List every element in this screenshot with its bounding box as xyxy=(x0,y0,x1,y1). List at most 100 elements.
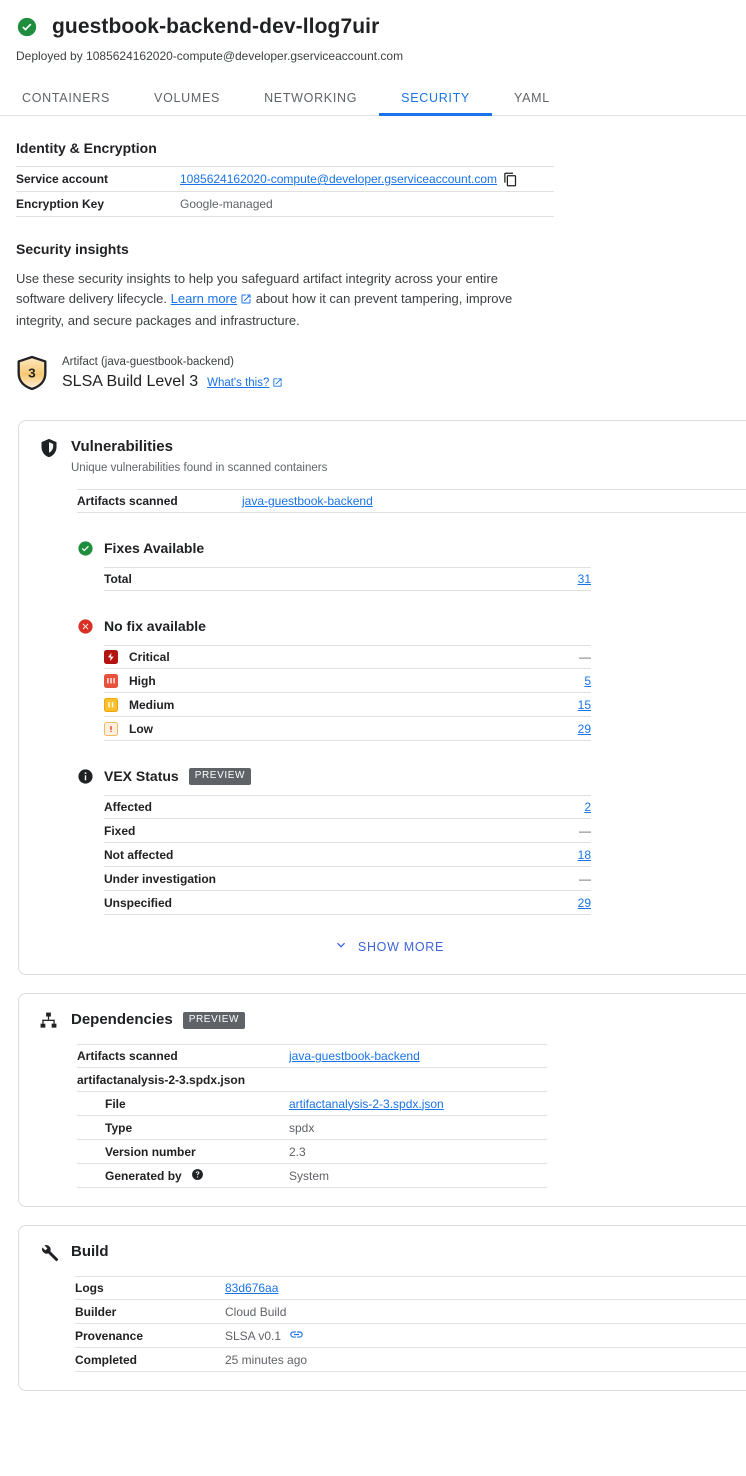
link-chain-icon[interactable] xyxy=(289,1327,304,1345)
cards-container: Vulnerabilities Unique vulnerabilities f… xyxy=(0,420,746,1391)
no-fix-available-group: No fix available xyxy=(77,617,738,636)
learn-more-link[interactable]: Learn more xyxy=(171,291,237,306)
tab-networking[interactable]: NETWORKING xyxy=(242,91,379,115)
external-link-icon xyxy=(272,374,283,396)
logs-link[interactable]: 83d676aa xyxy=(225,1281,278,1295)
preview-badge: PREVIEW xyxy=(188,768,252,785)
row-key: Builder xyxy=(75,1304,117,1319)
shield-icon xyxy=(39,438,59,458)
vulnerabilities-card: Vulnerabilities Unique vulnerabilities f… xyxy=(18,420,746,975)
slsa-artifact-line: Artifact (java-guestbook-backend) xyxy=(62,356,234,368)
dep-row-version-number: Version number 2.3 xyxy=(77,1140,547,1164)
identity-table: Service account 1085624162020-compute@de… xyxy=(16,166,554,217)
dependencies-title: Dependencies xyxy=(71,1011,173,1028)
row-key: Service account xyxy=(16,172,109,186)
artifact-link[interactable]: java-guestbook-backend xyxy=(242,494,373,508)
stat-label: High xyxy=(129,673,156,688)
fixes-available-table: Total 31 xyxy=(104,567,591,591)
stat-value: 5 xyxy=(584,674,591,688)
file-link[interactable]: artifactanalysis-2-3.spdx.json xyxy=(289,1097,444,1111)
help-icon[interactable] xyxy=(191,1168,204,1184)
dep-row-spdx-file-group: artifactanalysis-2-3.spdx.json xyxy=(77,1068,547,1092)
row-key: File xyxy=(105,1096,126,1111)
security-page: guestbook-backend-dev-llog7uir Deployed … xyxy=(0,0,746,1476)
artifacts-scanned-row: Artifacts scanned java-guestbook-backend xyxy=(77,489,746,513)
count-link[interactable]: 29 xyxy=(578,722,591,736)
stat-row-under-investigation: Under investigation — xyxy=(104,867,591,891)
count-link[interactable]: 18 xyxy=(578,848,591,862)
stat-label-wrap: High xyxy=(104,673,584,688)
artifact-link[interactable]: java-guestbook-backend xyxy=(289,1049,420,1063)
stat-value: 18 xyxy=(578,848,591,862)
row-value: java-guestbook-backend xyxy=(289,1049,420,1063)
page-header: guestbook-backend-dev-llog7uir Deployed … xyxy=(0,0,746,64)
dep-row-file: File artifactanalysis-2-3.spdx.json xyxy=(77,1092,547,1116)
stat-row-low: Low 29 xyxy=(104,717,591,741)
severity-critical-icon xyxy=(104,650,118,664)
tab-security[interactable]: SECURITY xyxy=(379,91,492,116)
artifacts-scanned-table: Artifacts scanned java-guestbook-backend xyxy=(77,489,746,513)
copy-icon[interactable] xyxy=(503,172,518,187)
vex-status-table: Affected 2 Fixed — Not affected 18 Under… xyxy=(104,795,591,915)
row-key: Version number xyxy=(105,1144,196,1159)
count-link[interactable]: 29 xyxy=(578,896,591,910)
tab-containers[interactable]: CONTAINERS xyxy=(0,91,132,115)
row-value: SLSA v0.1 xyxy=(225,1328,282,1343)
row-key: Provenance xyxy=(75,1328,144,1343)
row-value: spdx xyxy=(289,1120,315,1135)
no-fix-available-title: No fix available xyxy=(104,618,206,634)
stat-label: Affected xyxy=(104,800,153,814)
chevron-down-icon xyxy=(333,937,349,956)
severity-high-icon xyxy=(104,673,118,688)
row-value: java-guestbook-backend xyxy=(242,494,373,508)
stat-value: 29 xyxy=(578,896,591,910)
tab-volumes[interactable]: VOLUMES xyxy=(132,91,242,115)
slsa-level-row: SLSA Build Level 3 What's this? xyxy=(62,371,283,396)
build-row-provenance: Provenance SLSA v0.1 xyxy=(75,1324,746,1348)
stat-row-medium: Medium 15 xyxy=(104,693,591,717)
row-value: Google-managed xyxy=(180,197,273,211)
whats-this-link[interactable]: What's this? xyxy=(207,377,269,389)
stat-row-critical: Critical — xyxy=(104,645,591,669)
row-value: 25 minutes ago xyxy=(225,1352,308,1367)
dependencies-card-header: Dependencies PREVIEW xyxy=(39,1010,738,1031)
stat-label: Unspecified xyxy=(104,895,173,910)
count-link[interactable]: 5 xyxy=(584,674,591,688)
build-card-header: Build xyxy=(39,1242,738,1263)
build-row-logs: Logs 83d676aa xyxy=(75,1276,746,1300)
vulnerabilities-title-block: Vulnerabilities Unique vulnerabilities f… xyxy=(71,437,327,476)
slsa-badge-row: 3 Artifact (java-guestbook-backend) SLSA… xyxy=(16,355,730,396)
identity-heading: Identity & Encryption xyxy=(16,140,157,156)
row-key: Artifacts scanned xyxy=(77,494,178,508)
identity-row-encryption-key: Encryption Key Google-managed xyxy=(16,192,554,217)
info-icon xyxy=(77,768,94,785)
tab-bar: CONTAINERS VOLUMES NETWORKING SECURITY Y… xyxy=(0,82,746,116)
slsa-level-text: SLSA Build Level 3 xyxy=(62,373,199,390)
service-account-link[interactable]: 1085624162020-compute@developer.gservice… xyxy=(180,170,497,188)
count-link[interactable]: 31 xyxy=(578,572,591,586)
tab-yaml[interactable]: YAML xyxy=(492,91,572,115)
external-link-icon xyxy=(240,291,252,311)
dependencies-title-wrap: Dependencies PREVIEW xyxy=(71,1010,246,1030)
row-key: Type xyxy=(105,1120,133,1135)
count-link[interactable]: 15 xyxy=(578,698,591,712)
deployed-by-text: Deployed by 1085624162020-compute@develo… xyxy=(16,49,404,63)
severity-medium-icon xyxy=(104,697,118,712)
row-value: System xyxy=(289,1168,330,1183)
show-more-label: SHOW MORE xyxy=(357,939,445,954)
identity-row-service-account: Service account 1085624162020-compute@de… xyxy=(16,166,554,192)
stat-label: Medium xyxy=(129,697,175,712)
stat-label: Low xyxy=(129,721,153,736)
stat-label-wrap: Low xyxy=(104,721,578,736)
dep-row-generated-by: Generated by System xyxy=(77,1164,547,1188)
stat-value: 29 xyxy=(578,722,591,736)
security-insights-description: Use these security insights to help you … xyxy=(16,269,526,331)
count-link[interactable]: 2 xyxy=(584,800,591,814)
dependencies-table: Artifacts scanned java-guestbook-backend… xyxy=(77,1044,547,1188)
vex-status-group: VEX Status PREVIEW xyxy=(77,767,738,786)
whats-this-wrap: What's this? xyxy=(207,372,283,396)
page-title: guestbook-backend-dev-llog7uir xyxy=(52,15,380,38)
build-table: Logs 83d676aa Builder Cloud Build Proven… xyxy=(75,1276,746,1372)
row-value: Cloud Build xyxy=(225,1304,287,1319)
show-more-button[interactable]: SHOW MORE xyxy=(333,937,444,956)
